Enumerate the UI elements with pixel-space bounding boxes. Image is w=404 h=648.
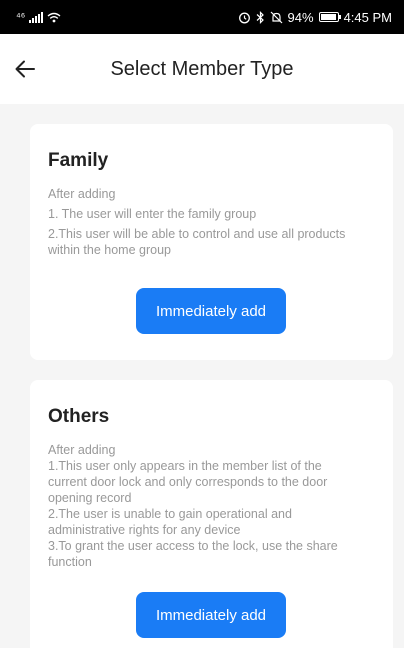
family-line-2a: 2.This user will be able to control and … bbox=[48, 227, 346, 241]
app-header: Select Member Type bbox=[0, 34, 404, 104]
others-immediately-add-button[interactable]: Immediately add bbox=[136, 592, 286, 638]
others-line-1c: opening record bbox=[48, 491, 132, 505]
family-after-adding: After adding bbox=[48, 187, 116, 201]
mute-icon bbox=[270, 11, 282, 23]
status-right: 94% 4:45 PM bbox=[238, 10, 392, 25]
family-line-1: 1. The user will enter the family group bbox=[48, 207, 257, 221]
status-bar: ⁴⁶ 94% 4:45 PM bbox=[0, 0, 404, 34]
others-line-2a: 2.The user is unable to gain operational… bbox=[48, 507, 292, 521]
others-line-1a: 1.This user only appears in the member l… bbox=[48, 459, 322, 473]
signal-icon bbox=[29, 11, 44, 23]
network-type: ⁴⁶ bbox=[16, 11, 26, 23]
family-title: Family bbox=[48, 150, 109, 171]
family-line-2b: within the home group bbox=[48, 243, 171, 257]
wifi-icon bbox=[47, 12, 61, 22]
others-line-3b: function bbox=[48, 555, 92, 569]
battery-icon bbox=[318, 12, 341, 22]
others-line-3a: 3.To grant the user access to the lock, … bbox=[48, 539, 338, 553]
arrow-left-icon[interactable] bbox=[14, 58, 36, 80]
others-card: Others After adding 1.This user only app… bbox=[30, 380, 393, 648]
others-title: Others bbox=[48, 406, 110, 427]
alarm-icon bbox=[238, 12, 250, 23]
page-title: Select Member Type bbox=[110, 57, 294, 80]
status-left: ⁴⁶ bbox=[16, 11, 61, 23]
others-line-2b: administrative rights for any device bbox=[48, 523, 241, 537]
others-line-1b: current door lock and only corresponds t… bbox=[48, 475, 328, 489]
status-time: 4:45 PM bbox=[343, 9, 392, 25]
others-after-adding: After adding bbox=[48, 443, 116, 457]
family-immediately-add-button[interactable]: Immediately add bbox=[136, 288, 286, 334]
family-card: Family After adding 1. The user will ent… bbox=[30, 124, 393, 360]
bluetooth-icon bbox=[256, 10, 264, 24]
battery-percent: 94% bbox=[287, 9, 314, 25]
